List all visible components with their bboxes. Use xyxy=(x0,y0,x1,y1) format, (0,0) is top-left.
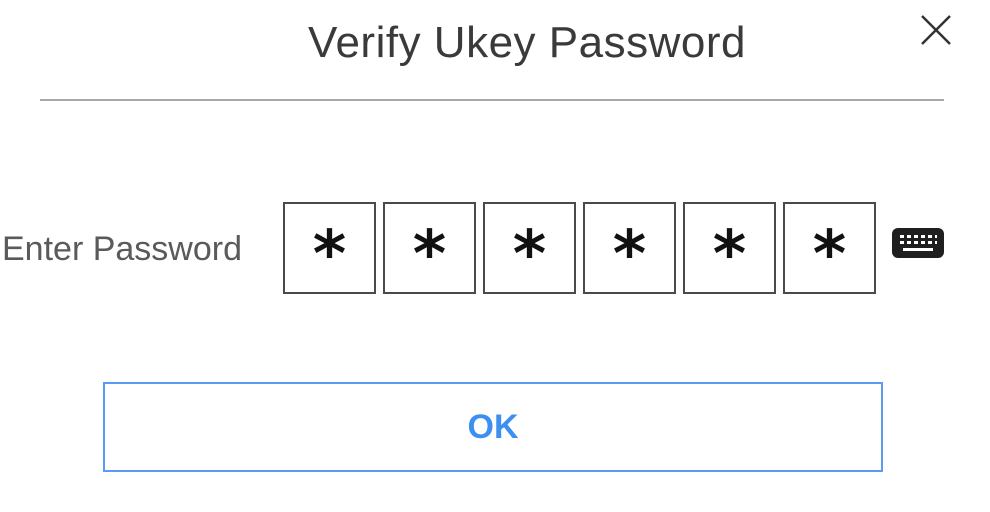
close-icon xyxy=(921,15,951,45)
dialog-title: Verify Ukey Password xyxy=(308,18,746,67)
password-digit-box[interactable]: * xyxy=(383,202,476,294)
password-digit-box[interactable]: * xyxy=(283,202,376,294)
close-button[interactable] xyxy=(912,6,960,54)
password-digit-box[interactable]: * xyxy=(583,202,676,294)
ok-button[interactable]: OK xyxy=(103,382,883,472)
keyboard-icon xyxy=(892,228,944,258)
virtual-keyboard-button[interactable] xyxy=(890,226,946,260)
title-divider xyxy=(40,99,944,101)
password-digit-box[interactable]: * xyxy=(683,202,776,294)
password-input-group[interactable]: * * * * * * xyxy=(283,202,876,294)
password-label: Enter Password xyxy=(2,230,242,268)
password-digit-box[interactable]: * xyxy=(483,202,576,294)
verify-password-dialog: Verify Ukey Password Enter Password * * … xyxy=(0,0,990,512)
password-digit-box[interactable]: * xyxy=(783,202,876,294)
